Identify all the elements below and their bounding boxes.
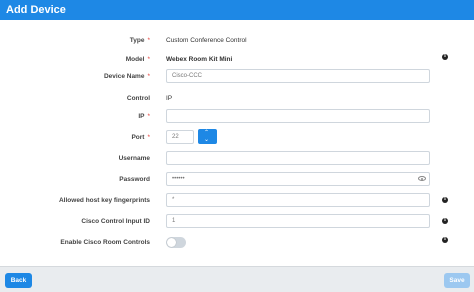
device-name-label: Device Name * [103,73,150,80]
device-name-row: Device Name * Cisco-CCC [0,68,474,85]
eye-icon[interactable] [418,176,426,181]
dialog-footer: Back Save [0,266,474,292]
model-value: Webex Room Kit Mini [166,56,233,63]
username-label: Username [118,155,150,162]
password-row: Password •••••• [0,171,474,188]
required-marker: * [147,37,150,44]
room-controls-toggle[interactable] [166,237,186,248]
fingerprints-input[interactable]: * [166,193,430,207]
chevron-up-icon[interactable]: ⌃ [204,130,209,136]
required-marker: * [147,113,150,120]
info-icon[interactable]: i [442,218,448,224]
room-controls-row: Enable Cisco Room Controls i [0,234,474,251]
back-button[interactable]: Back [5,273,32,288]
required-marker: * [147,134,150,141]
password-input[interactable]: •••••• [166,172,430,186]
info-icon[interactable]: i [442,237,448,243]
model-label: Model * [125,56,150,63]
port-row: Port * 22 ⌃ ⌄ [0,129,474,146]
password-label: Password [119,176,150,183]
chevron-down-icon[interactable]: ⌄ [204,137,209,143]
port-label: Port * [131,134,150,141]
fingerprints-row: Allowed host key fingerprints * i [0,192,474,209]
info-icon[interactable]: i [442,197,448,203]
fingerprints-label: Allowed host key fingerprints [58,197,150,204]
dialog-title: Add Device [0,0,474,20]
required-marker: * [147,73,150,80]
username-row: Username [0,150,474,167]
control-label: Control [126,95,150,102]
username-input[interactable] [166,151,430,165]
control-row: Control IP [0,90,474,107]
port-input[interactable]: 22 [166,130,194,144]
model-row: Model * Webex Room Kit Mini i [0,51,474,68]
required-marker: * [147,56,150,63]
input-id-label: Cisco Control Input ID [81,218,150,225]
type-row: Type * Custom Conference Control [0,32,474,49]
ip-row: IP * [0,108,474,125]
control-value: IP [166,95,173,102]
device-name-input[interactable]: Cisco-CCC [166,69,430,83]
room-controls-label: Enable Cisco Room Controls [60,239,150,246]
input-id-input[interactable]: 1 [166,214,430,228]
input-id-row: Cisco Control Input ID 1 i [0,213,474,230]
info-icon[interactable]: i [442,54,448,60]
save-button[interactable]: Save [444,273,470,288]
ip-label: IP * [138,113,150,120]
port-stepper[interactable]: ⌃ ⌄ [198,129,217,144]
type-label: Type * [129,37,150,44]
type-value: Custom Conference Control [166,37,247,44]
ip-input[interactable] [166,109,430,123]
